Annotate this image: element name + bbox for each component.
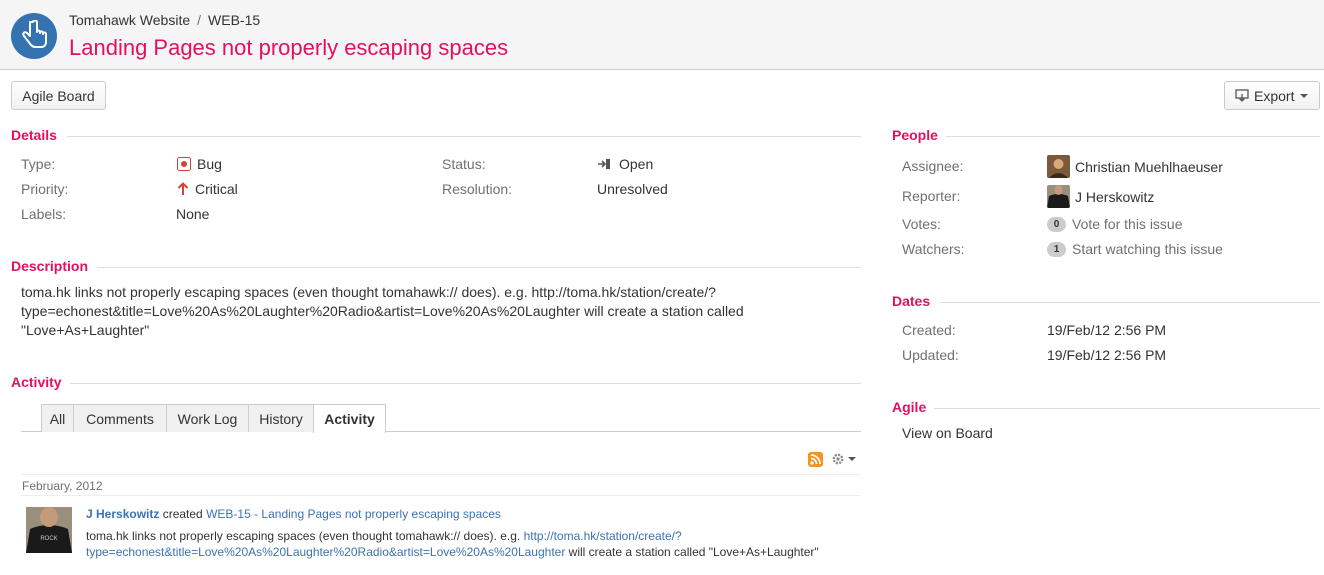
caret-down-icon [1300,93,1309,98]
activity-heading[interactable]: Activity [11,374,62,390]
gear-caret-icon [848,457,856,461]
type-value: Bug [177,156,222,172]
resolution-value: Unresolved [597,181,668,197]
reporter-name: J Herskowitz [1075,188,1155,205]
tab-history-label: History [259,410,303,427]
dates-heading-text: Dates [892,293,931,309]
tab-all-label: All [49,410,66,427]
dates-divider [940,302,1320,303]
activity-body-text: toma.hk links not properly escaping spac… [86,529,524,543]
updated-label: Updated: [902,347,959,363]
activity-body-text-end: will create a station called "Love+As+La… [565,545,819,559]
activity-date-group: February, 2012 [21,474,861,496]
agile-divider [934,408,1320,409]
details-divider [67,136,861,137]
tab-all[interactable]: All [41,404,74,432]
activity-entry-body: toma.hk links not properly escaping spac… [86,528,861,560]
assignee-label: Assignee: [902,158,964,174]
updated-value: 19/Feb/12 2:56 PM [1047,347,1167,363]
agile-heading[interactable]: Agile [892,399,926,415]
open-status-icon [597,157,613,171]
export-label: Export [1254,87,1295,104]
tab-comments-label: Comments [86,410,154,427]
tab-activity[interactable]: Activity [313,404,386,433]
watchers-label: Watchers: [902,241,965,257]
breadcrumb-project-link[interactable]: Tomahawk Website [69,12,190,28]
watch-link[interactable]: Start watching this issue [1072,241,1223,257]
reporter-avatar [1047,185,1070,208]
vote-link[interactable]: Vote for this issue [1072,216,1183,232]
status-value-text: Open [619,156,654,172]
status-value: Open [597,156,653,172]
people-heading-text: People [892,127,938,143]
resolution-label: Resolution: [442,181,513,197]
tab-work-log[interactable]: Work Log [166,404,249,432]
export-button[interactable]: Export [1224,81,1320,110]
agile-board-button[interactable]: Agile Board [11,81,106,110]
breadcrumb-issue-key-link[interactable]: WEB-15 [208,12,260,28]
created-value: 19/Feb/12 2:56 PM [1047,322,1167,338]
watchers-value: 1 Start watching this issue [1047,241,1223,257]
description-line: "Love+As+Laughter" [21,322,150,338]
issue-title[interactable]: Landing Pages not properly escaping spac… [69,35,508,61]
activity-heading-text: Activity [11,374,62,390]
assignee-avatar [1047,155,1070,178]
people-divider [946,136,1320,137]
issue-header: Tomahawk Website / WEB-15 Landing Pages no… [0,0,1324,70]
watchers-count-badge: 1 [1047,241,1066,257]
people-heading[interactable]: People [892,127,938,143]
tab-work-log-label: Work Log [177,410,238,427]
description-line: type=echonest&title=Love%20As%20Laughter… [21,303,744,319]
tab-activity-label: Activity [324,411,375,427]
rss-icon[interactable] [808,452,823,470]
agile-board-label: Agile Board [22,87,95,104]
created-label: Created: [902,322,956,338]
activity-user-link[interactable]: J Herskowitz [86,507,159,521]
svg-text:ROCK: ROCK [40,536,57,542]
view-on-board-link[interactable]: View on Board [902,425,993,441]
status-label: Status: [442,156,486,172]
pointer-hand-icon [21,19,47,53]
agile-heading-text: Agile [892,399,927,415]
reporter-value[interactable]: J Herskowitz [1047,185,1154,208]
critical-priority-icon [177,182,189,196]
priority-label: Priority: [21,181,69,197]
labels-value: None [176,206,210,222]
activity-tabs: All Comments Work Log History Activity [21,404,861,433]
activity-entry-header: J Herskowitz created WEB-15 - Landing Pa… [86,507,501,521]
breadcrumb-separator: / [197,12,202,28]
votes-label: Votes: [902,216,941,232]
description-heading-text: Description [11,258,89,274]
description-heading[interactable]: Description [11,258,88,274]
breadcrumb: Tomahawk Website / WEB-15 [69,12,260,28]
activity-body-link[interactable]: http://toma.hk/station/create/? [524,529,682,543]
tab-comments[interactable]: Comments [73,404,167,432]
gear-icon[interactable] [831,452,856,466]
labels-label: Labels: [21,206,67,222]
activity-verb: created [162,507,203,521]
activity-divider [70,383,861,384]
votes-count-badge: 0 [1047,216,1066,232]
tab-history[interactable]: History [248,404,314,432]
activity-body-link-cont[interactable]: type=echonest&title=Love%20As%20Laughter… [86,545,565,559]
priority-value: Critical [177,181,238,197]
description-divider [97,267,861,268]
description-line: toma.hk links not properly escaping spac… [21,284,716,300]
bug-icon [177,157,191,171]
priority-value-text: Critical [195,181,238,197]
details-heading[interactable]: Details [11,127,57,143]
activity-issue-link[interactable]: WEB-15 - Landing Pages not properly esca… [206,507,501,521]
details-heading-text: Details [11,127,57,143]
export-icon [1235,89,1249,102]
description-body[interactable]: toma.hk links not properly escaping spac… [21,283,841,340]
dates-heading[interactable]: Dates [892,293,930,309]
activity-user-avatar[interactable]: ROCK [26,507,72,553]
votes-value: 0 Vote for this issue [1047,216,1183,232]
assignee-name: Christian Muehlhaeuser [1075,158,1223,175]
assignee-value[interactable]: Christian Muehlhaeuser [1047,155,1223,178]
project-avatar[interactable] [11,13,57,59]
type-label: Type: [21,156,56,172]
reporter-label: Reporter: [902,188,961,204]
type-value-text: Bug [197,156,222,172]
